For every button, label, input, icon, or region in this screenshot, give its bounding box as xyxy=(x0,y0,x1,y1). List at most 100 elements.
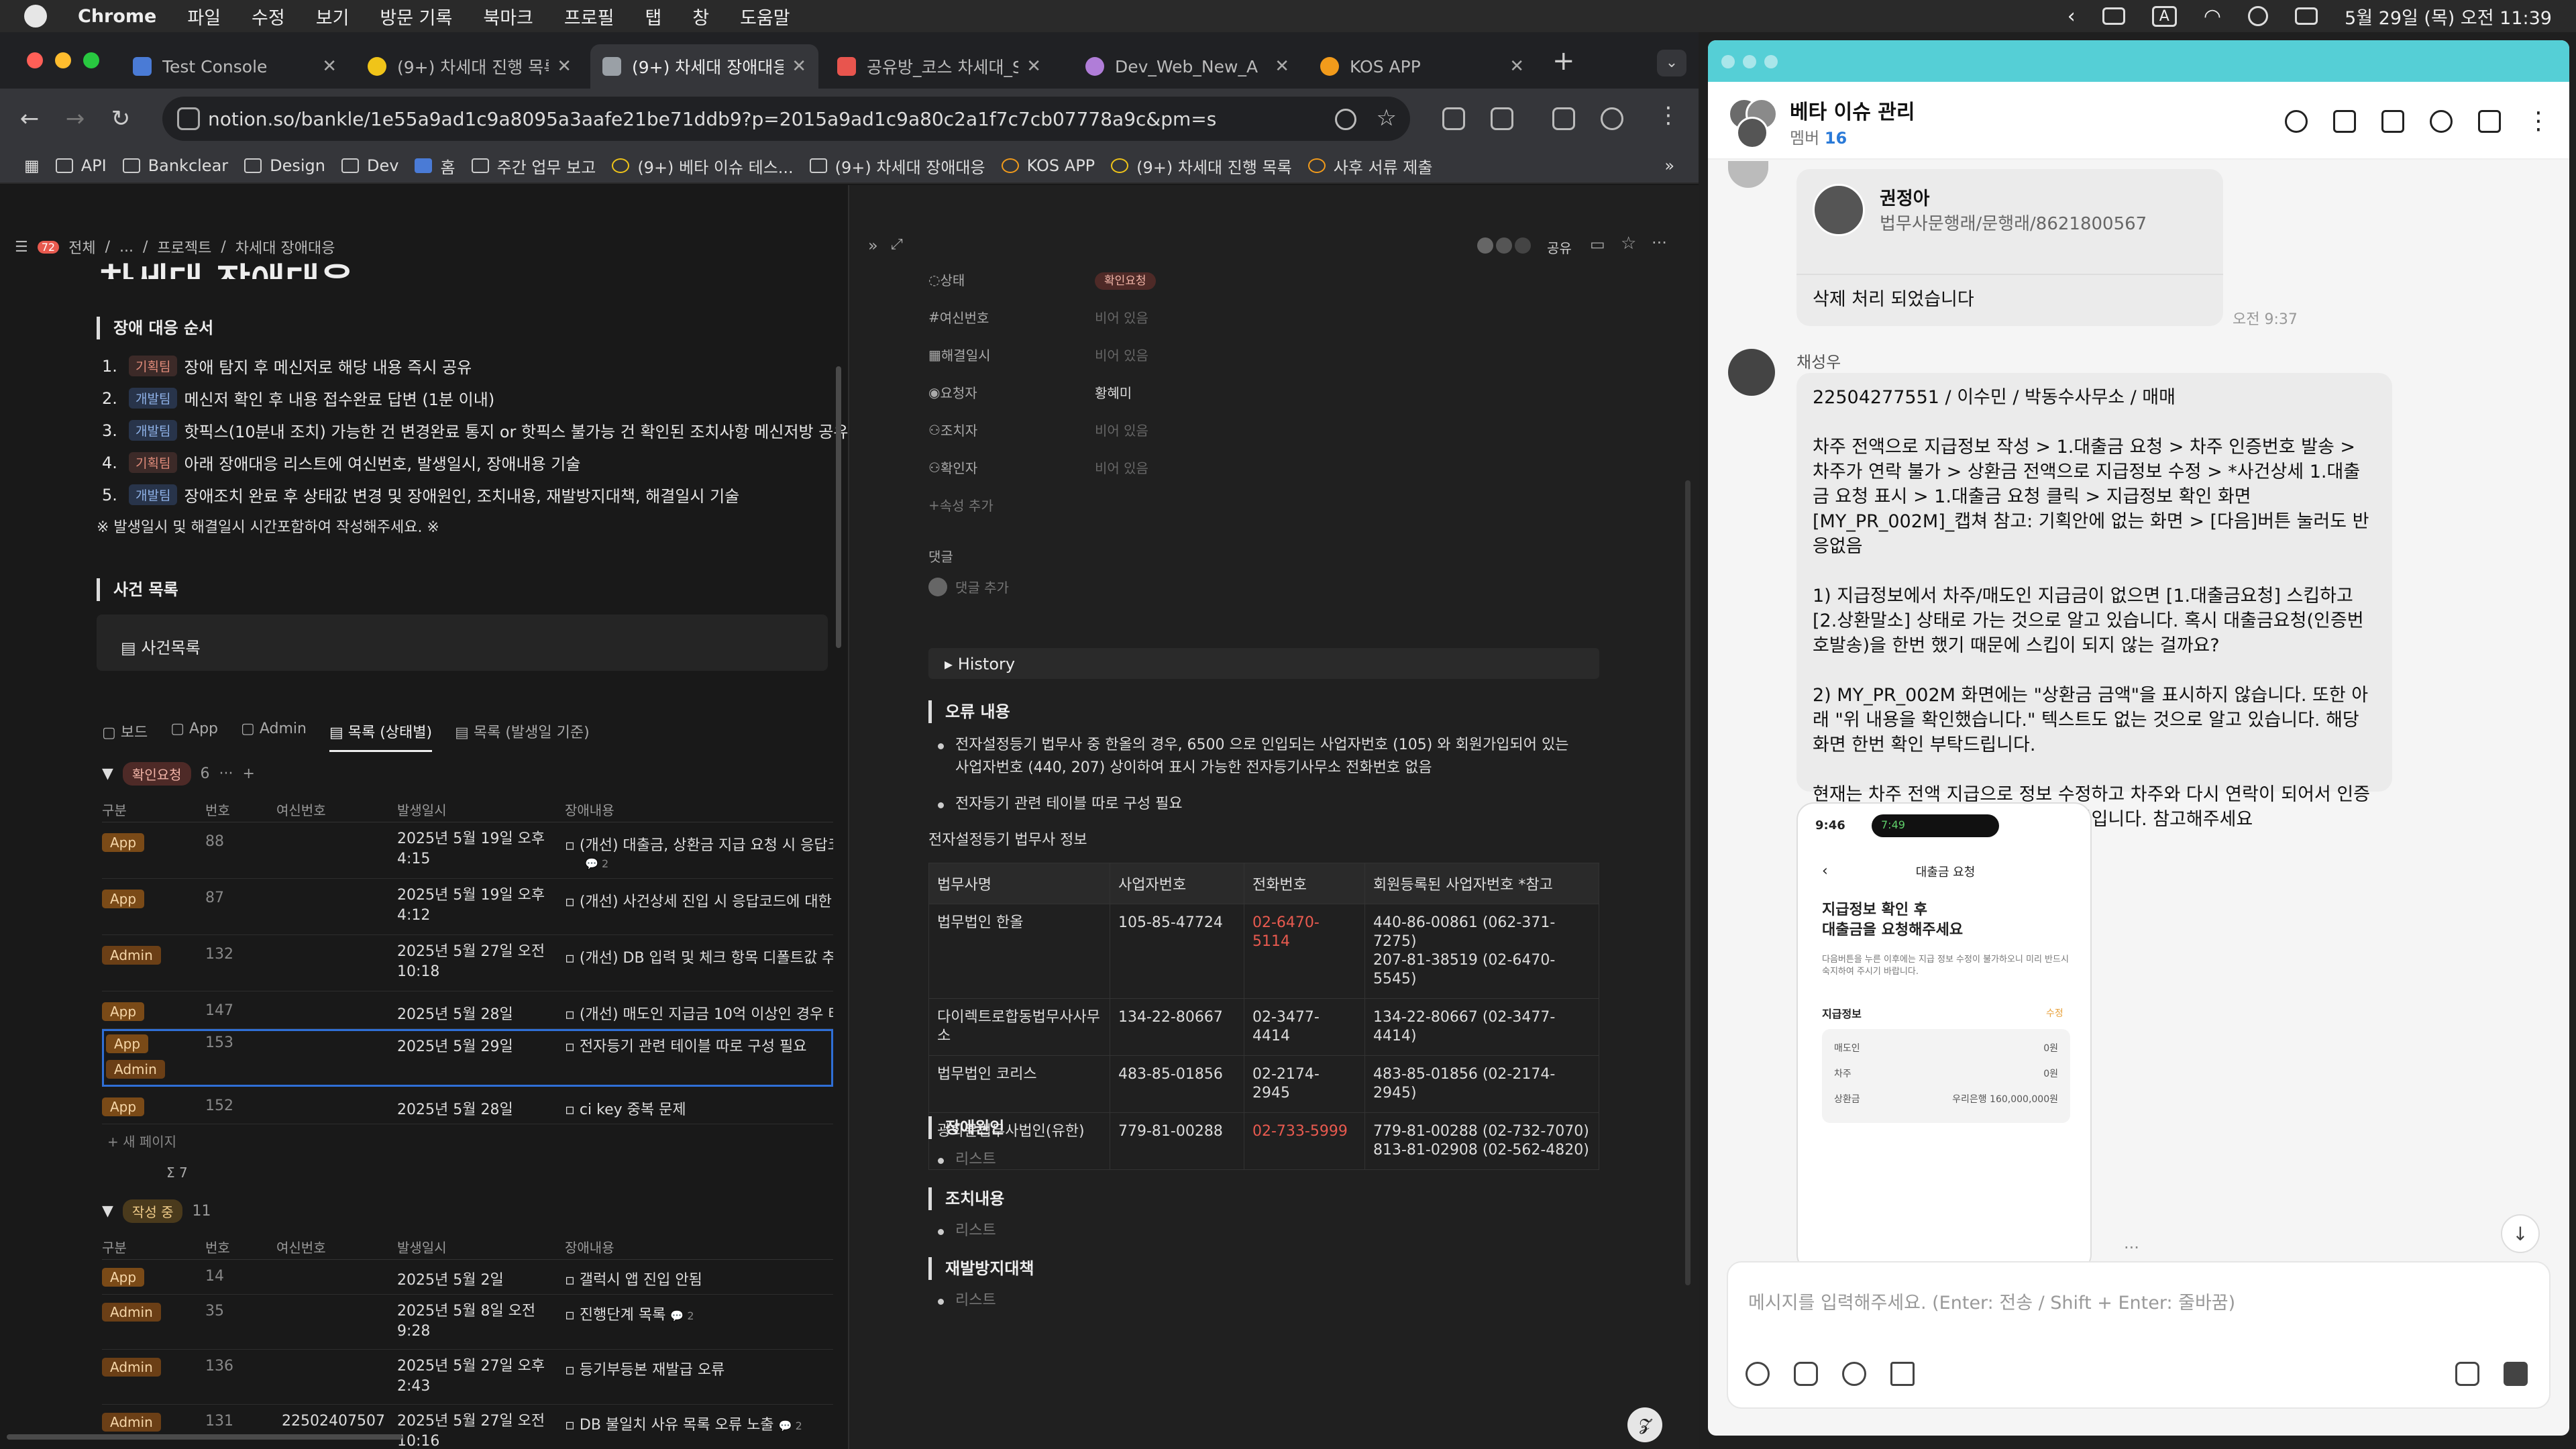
breadcrumb-all[interactable]: 전체 xyxy=(68,236,95,258)
tab-list-by-status[interactable]: ▤ 목록 (상태별) xyxy=(329,720,433,752)
chevron-left-icon[interactable]: ‹ xyxy=(2068,5,2076,28)
collapse-triangle-icon[interactable]: ▼ xyxy=(102,765,113,782)
notion-ai-icon[interactable]: 𝓩 xyxy=(1627,1407,1662,1442)
contact-card-message[interactable]: 권정아 법무사문행래/문행래/8621800567 삭제 처리 되었습니다 xyxy=(1796,169,2223,326)
table-row[interactable]: Admin 131 22502407507 2025년 5월 27일 오전 10… xyxy=(102,1405,833,1449)
tab-admin[interactable]: ▢ Admin xyxy=(241,720,307,752)
forward-icon[interactable]: → xyxy=(59,103,91,135)
scroll-down-icon[interactable]: ↓ xyxy=(2501,1214,2540,1253)
row-title[interactable]: ▫ 전자등기 관련 테이블 따로 구성 필요 xyxy=(565,1034,833,1056)
attachment-icon[interactable] xyxy=(1794,1362,1818,1386)
vertical-scrollbar[interactable] xyxy=(1685,480,1690,1285)
bookmark-design[interactable]: Design xyxy=(244,156,325,175)
close-tab-icon[interactable]: ✕ xyxy=(792,56,806,76)
site-info-icon[interactable] xyxy=(177,107,200,130)
menu-tab[interactable]: 탭 xyxy=(645,3,661,30)
table-row[interactable]: App 87 2025년 5월 19일 오후 4:12 ▫ (개선) 사건상세 … xyxy=(102,879,833,935)
list-placeholder[interactable]: 리스트 xyxy=(938,1220,996,1242)
new-page-button[interactable]: + 새 페이지 xyxy=(107,1131,176,1150)
menu-history[interactable]: 방문 기록 xyxy=(380,3,452,30)
comment-icon[interactable]: ▭ xyxy=(1590,235,1605,254)
add-property-button[interactable]: + 속성 추가 xyxy=(928,495,994,515)
sidebar-toggle-icon[interactable]: ☰ xyxy=(15,239,28,256)
menu-file[interactable]: 파일 xyxy=(187,3,221,30)
col-type[interactable]: 구분 xyxy=(102,800,127,819)
tab-list-by-date[interactable]: ▤ 목록 (발생일 기준) xyxy=(455,720,590,752)
history-toggle[interactable]: ▸ History xyxy=(928,648,1599,679)
crop-capture-icon[interactable] xyxy=(1890,1362,1915,1386)
video-call-icon[interactable] xyxy=(2504,1362,2528,1386)
group-header-writing[interactable]: ▼ 작성 중 11 xyxy=(102,1199,211,1223)
bookmark-beta-issue[interactable]: (9+) 베타 이슈 테스... xyxy=(612,154,794,178)
member-count[interactable]: 멤버 16 xyxy=(1790,125,1847,148)
menu-help[interactable]: 도움말 xyxy=(740,3,790,30)
table-row[interactable]: Admin 132 2025년 5월 27일 오전 10:18 ▫ (개선) D… xyxy=(102,935,833,991)
notes-icon[interactable] xyxy=(2333,110,2356,133)
battery-icon[interactable] xyxy=(2102,7,2125,25)
share-button[interactable]: 공유 xyxy=(1547,237,1572,257)
close-tab-icon[interactable]: ✕ xyxy=(1275,56,1289,76)
tab-app[interactable]: ▢ App xyxy=(170,720,218,752)
col-number[interactable]: 번호 xyxy=(205,800,230,819)
bookmark-bankclear[interactable]: Bankclear xyxy=(122,156,228,175)
property-resolved-at[interactable]: ▦ 해결일시 비어 있음 xyxy=(928,345,1148,364)
incident-list-link[interactable]: ▤ 사건목록 xyxy=(97,614,828,671)
reload-icon[interactable]: ↻ xyxy=(105,103,137,135)
table-row[interactable]: App 14 2025년 5월 2일 ▫ 갤럭시 앱 진입 안됨 xyxy=(102,1260,833,1295)
more-menu-icon[interactable]: ⋮ xyxy=(2526,107,2551,135)
group-more-icon[interactable]: ··· xyxy=(219,765,233,782)
message-bubble[interactable]: 22504277551 / 이수민 / 박동수사무소 / 매매 차주 전액으로 … xyxy=(1796,373,2392,830)
task-check-icon[interactable] xyxy=(2430,110,2453,133)
zoom-window-icon[interactable] xyxy=(83,52,99,68)
expand-icon[interactable]: ⤢ xyxy=(891,236,903,253)
resize-handle-icon[interactable]: ··· xyxy=(2124,1238,2139,1257)
address-bar[interactable]: notion.so/bankle/1e55a9ad1c9a8095a3aafe2… xyxy=(162,97,1410,141)
bookmark-weekly-report[interactable]: 주간 업무 보고 xyxy=(471,154,596,178)
collaborator-avatars[interactable] xyxy=(1477,237,1531,254)
col-loan-number[interactable]: 여신번호 xyxy=(276,1237,326,1256)
menu-edit[interactable]: 수정 xyxy=(252,3,285,30)
menu-window[interactable]: 창 xyxy=(692,3,709,30)
group-add-icon[interactable]: + xyxy=(243,765,255,782)
download-icon[interactable] xyxy=(1552,107,1575,130)
row-title[interactable]: ▫ (개선) DB 입력 및 체크 항목 디폴트값 추가 xyxy=(565,946,833,967)
tab-progress-list[interactable]: (9+) 차세대 진행 목록 ✕ xyxy=(356,44,584,89)
minimize-window-icon[interactable] xyxy=(55,52,71,68)
col-incident[interactable]: 장애내용 xyxy=(565,1237,614,1256)
list-placeholder[interactable]: 리스트 xyxy=(938,1289,996,1312)
bookmark-star-icon[interactable]: ☆ xyxy=(1377,105,1397,131)
collapse-triangle-icon[interactable]: ▼ xyxy=(102,1203,113,1220)
col-loan-number[interactable]: 여신번호 xyxy=(276,800,326,819)
horizontal-scrollbar[interactable] xyxy=(7,1434,402,1440)
control-center-icon[interactable] xyxy=(2295,7,2318,25)
bookmark-incident[interactable]: (9+) 차세대 장애대응 xyxy=(809,154,985,178)
wifi-icon[interactable]: ◠ xyxy=(2204,5,2221,28)
col-number[interactable]: 번호 xyxy=(205,1237,230,1256)
new-tab-button[interactable]: + xyxy=(1552,46,1575,76)
bookmark-api[interactable]: API xyxy=(55,156,107,175)
message-input[interactable]: 메시지를 입력해주세요. (Enter: 전송 / Shift + Enter:… xyxy=(1748,1288,2235,1314)
close-tab-icon[interactable]: ✕ xyxy=(557,56,572,76)
table-row-selected[interactable]: App Admin 153 2025년 5월 29일 ▫ 전자등기 관련 테이블… xyxy=(102,1029,833,1087)
bookmark-progress[interactable]: (9+) 차세대 진행 목록 xyxy=(1111,154,1292,178)
col-occurred-at[interactable]: 발생일시 xyxy=(397,800,447,819)
add-comment-input[interactable]: 댓글 추가 xyxy=(928,577,1009,596)
table-row[interactable]: Admin 35 2025년 5월 8일 오전 9:28 ▫ 진행단계 목록 💬… xyxy=(102,1295,833,1350)
more-menu-icon[interactable]: ⋮ xyxy=(1657,102,1680,129)
row-title[interactable]: ▫ DB 불일치 사유 목록 오류 노출 💬 2 xyxy=(565,1413,833,1434)
row-title[interactable]: ▫ (개선) 사건상세 진입 시 응답코드에 대한 팝 xyxy=(565,890,833,911)
close-window-icon[interactable] xyxy=(27,52,43,68)
notification-badge[interactable]: 72 xyxy=(37,240,60,254)
list-placeholder[interactable]: 리스트 xyxy=(938,1148,996,1171)
menu-app-name[interactable]: Chrome xyxy=(78,6,156,27)
group-header-confirm[interactable]: ▼ 확인요청 6 ··· + xyxy=(102,762,255,786)
favorite-star-icon[interactable]: ☆ xyxy=(1621,233,1636,254)
bookmark-home[interactable]: 홈 xyxy=(415,154,455,178)
close-window-icon[interactable] xyxy=(1721,55,1735,68)
tab-figma-share[interactable]: 공유방_코스 차세대_S ✕ xyxy=(825,44,1053,89)
extensions-icon[interactable] xyxy=(1491,107,1513,130)
close-tab-icon[interactable]: ✕ xyxy=(1026,56,1041,76)
back-icon[interactable]: ← xyxy=(13,103,46,135)
screenshot-image-message[interactable]: 9:46 7:49 ‹ 대출금 요청 지급정보 확인 후 대출금을 요청해주세요… xyxy=(1796,802,2092,1272)
menubar-datetime[interactable]: 5월 29일 (목) 오전 11:39 xyxy=(2345,3,2552,30)
